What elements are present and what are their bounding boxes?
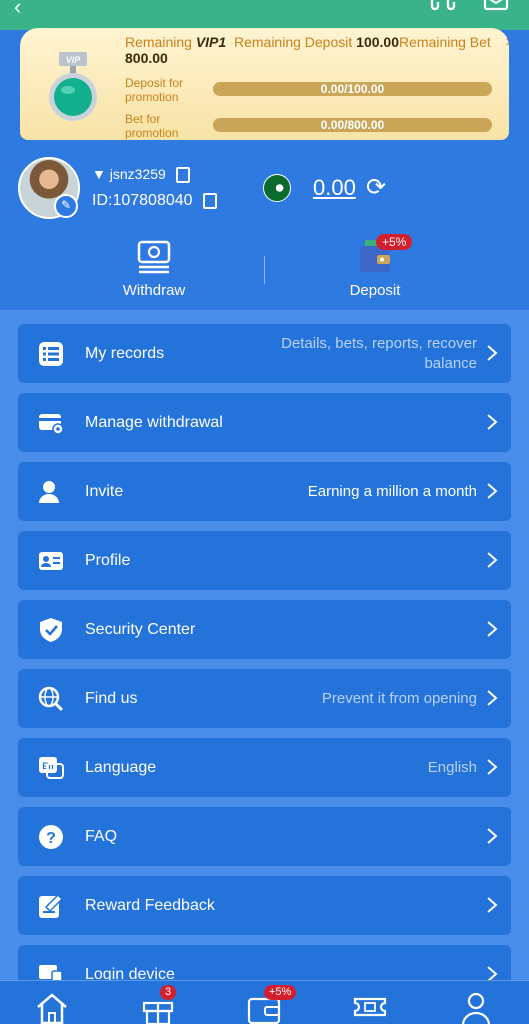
copy-icon[interactable] bbox=[202, 192, 217, 209]
remaining-bet-value: 800.00 bbox=[125, 50, 168, 66]
menu-item-label: Invite bbox=[85, 483, 124, 500]
withdraw-button[interactable]: Withdraw bbox=[104, 238, 204, 299]
menu-item-invite[interactable]: Invite Earning a million a month bbox=[18, 462, 511, 521]
cash-icon bbox=[137, 240, 171, 274]
records-icon bbox=[39, 342, 63, 366]
remaining-bet-label: Remaining Bet bbox=[398, 34, 491, 50]
menu-item-label: Find us bbox=[85, 690, 138, 707]
bet-progress-bar: 0.00/800.00 bbox=[213, 118, 492, 132]
menu-item-label: Profile bbox=[85, 552, 131, 569]
mail-icon[interactable] bbox=[483, 0, 509, 14]
menu-item-reward-feedback[interactable]: Reward Feedback bbox=[18, 876, 511, 935]
chevron-right-icon bbox=[487, 690, 498, 706]
edit-icon[interactable]: ✎ bbox=[54, 194, 78, 218]
user-id-text: ID:107808040 bbox=[92, 192, 193, 209]
chevron-right-icon bbox=[487, 345, 498, 361]
vip-badge-icon: VIP bbox=[49, 52, 97, 121]
top-bar: ‹ bbox=[0, 0, 529, 30]
menu-item-hint: Prevent it from opening bbox=[321, 689, 477, 707]
menu-item-profile[interactable]: Profile bbox=[18, 531, 511, 590]
menu-item-find-us[interactable]: Find us Prevent it from opening bbox=[18, 669, 511, 728]
shield-icon bbox=[40, 618, 62, 642]
deposit-label: Deposit bbox=[349, 282, 401, 299]
menu-item-hint: Details, bets, reports, recover balance bbox=[281, 334, 477, 372]
gift-count-badge: 3 bbox=[160, 985, 177, 1000]
menu-item-manage-withdrawal[interactable]: Manage withdrawal bbox=[18, 393, 511, 452]
support-icon[interactable] bbox=[429, 0, 457, 14]
card-icon bbox=[39, 414, 64, 435]
vip-level: VIP1 bbox=[195, 34, 227, 50]
bet-progress-text: 0.00/800.00 bbox=[320, 118, 385, 132]
menu-item-hint: Earning a million a month bbox=[307, 482, 477, 500]
caret-down-icon: ▼ bbox=[92, 166, 106, 182]
svg-text:?: ? bbox=[46, 830, 56, 847]
back-arrow-icon[interactable]: ‹ bbox=[14, 0, 21, 20]
chevron-right-icon[interactable]: › bbox=[506, 34, 509, 50]
bottom-nav: 3 +5% bbox=[0, 980, 529, 1024]
chevron-right-icon bbox=[487, 621, 498, 637]
language-icon: En bbox=[39, 757, 64, 779]
ticket-icon[interactable] bbox=[352, 989, 388, 1024]
deposit-bonus-badge: +5% bbox=[376, 234, 413, 250]
question-icon: ? bbox=[39, 825, 63, 849]
menu-item-label: Security Center bbox=[85, 621, 196, 638]
chevron-right-icon bbox=[487, 828, 498, 844]
menu-item-label: Language bbox=[85, 759, 157, 776]
deposit-promo-label: Deposit for promotion bbox=[125, 76, 184, 104]
vip-summary: Remaining VIP1 Remaining Deposit 100.00R… bbox=[125, 34, 509, 67]
remaining-deposit-label: Remaining Deposit bbox=[233, 34, 353, 50]
deposit-progress-text: 0.00/100.00 bbox=[320, 82, 385, 96]
divider bbox=[264, 256, 265, 284]
remaining-deposit-value: 100.00 bbox=[356, 34, 399, 50]
feedback-icon bbox=[39, 893, 64, 918]
username[interactable]: ▼ jsnz3259 bbox=[92, 166, 190, 184]
user-profile-icon[interactable] bbox=[458, 989, 494, 1024]
bet-promo-label: Bet for promotion bbox=[125, 112, 179, 140]
menu-item-language[interactable]: En Language English bbox=[18, 738, 511, 797]
home-icon[interactable] bbox=[34, 989, 70, 1024]
menu-item-label: FAQ bbox=[85, 828, 118, 845]
refresh-icon[interactable]: ⟳ bbox=[366, 173, 386, 202]
wallet-bonus-badge: +5% bbox=[264, 985, 297, 1000]
menu-item-label: My records bbox=[85, 345, 165, 362]
deposit-progress-bar: 0.00/100.00 bbox=[213, 82, 492, 96]
user-id: ID:107808040 bbox=[92, 192, 217, 210]
username-text: jsnz3259 bbox=[109, 166, 166, 182]
balance[interactable]: 0.00 bbox=[313, 175, 356, 201]
chevron-right-icon bbox=[487, 552, 498, 568]
copy-icon[interactable] bbox=[175, 167, 190, 184]
profile-card-icon bbox=[39, 552, 63, 570]
profile-header: ✎ ▼ jsnz3259 ID:107808040 0.00 ⟳ Withdra… bbox=[0, 140, 529, 310]
globe-search-icon bbox=[38, 686, 64, 712]
menu-item-security-center[interactable]: Security Center bbox=[18, 600, 511, 659]
chevron-right-icon bbox=[487, 759, 498, 775]
chevron-right-icon bbox=[487, 414, 498, 430]
menu-item-label: Reward Feedback bbox=[85, 897, 215, 914]
withdraw-label: Withdraw bbox=[122, 282, 186, 299]
vip-card[interactable]: VIP Remaining VIP1 Remaining Deposit 100… bbox=[20, 28, 509, 140]
menu-item-faq[interactable]: ? FAQ bbox=[18, 807, 511, 866]
chevron-right-icon bbox=[487, 897, 498, 913]
menu-item-label: Manage withdrawal bbox=[85, 414, 223, 431]
chevron-right-icon bbox=[487, 483, 498, 499]
menu-item-my-records[interactable]: My records Details, bets, reports, recov… bbox=[18, 324, 511, 383]
svg-text:VIP: VIP bbox=[66, 55, 82, 65]
pakistan-flag-icon bbox=[263, 174, 291, 202]
invite-icon bbox=[39, 481, 64, 503]
remaining-label: Remaining bbox=[125, 34, 192, 50]
menu-list: My records Details, bets, reports, recov… bbox=[0, 310, 529, 1004]
menu-item-hint: English bbox=[427, 758, 477, 776]
